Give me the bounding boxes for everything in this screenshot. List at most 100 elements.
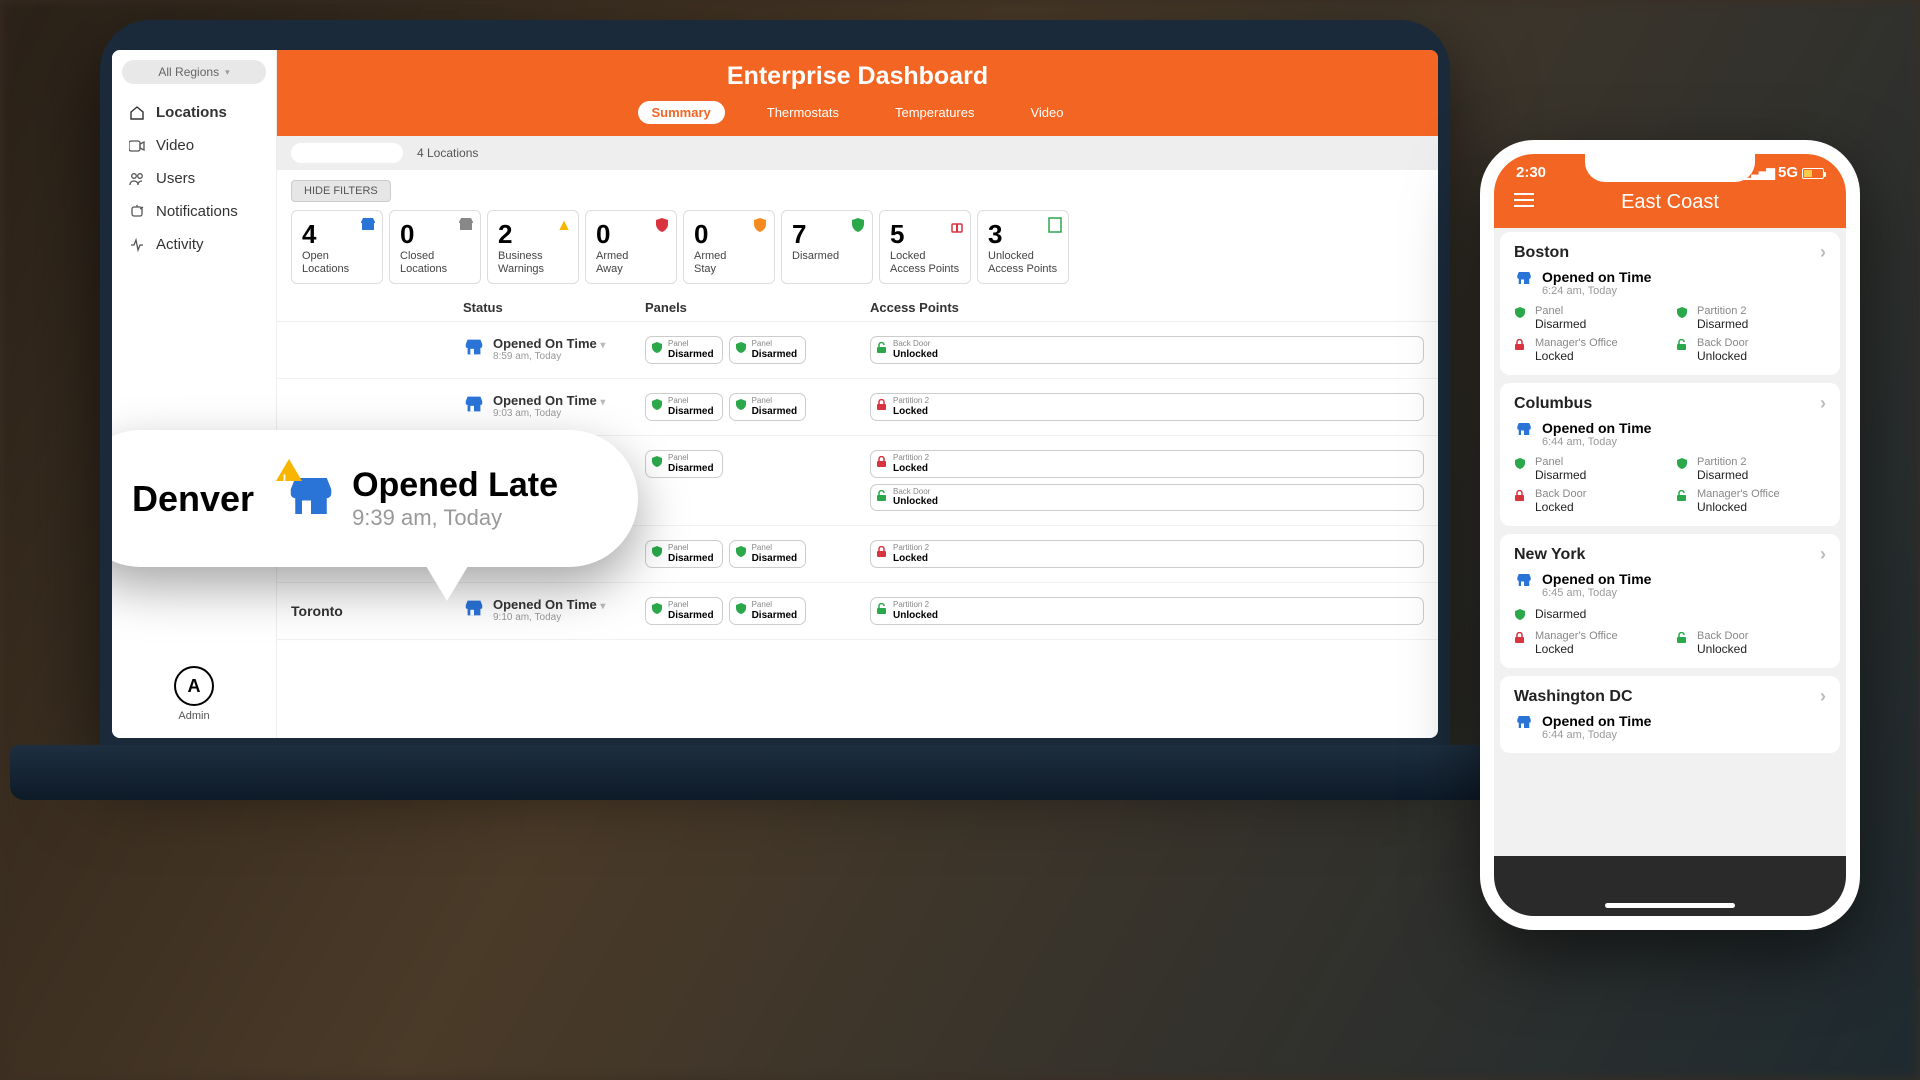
panel-pill[interactable]: PanelDisarmed [645,336,723,364]
chevron-right-icon: › [1820,393,1826,414]
phone-location-card[interactable]: New York›Opened on Time6:45 am, TodayDis… [1500,534,1840,668]
mini-icon [1676,630,1690,647]
status-title: Opened On Time ▾ [493,393,605,408]
stat-icon [360,217,376,234]
chevron-right-icon: › [1820,242,1826,263]
location-count: 4 Locations [417,146,478,160]
access-pill[interactable]: Back DoorUnlocked [870,484,1424,512]
phone-signal: ▁▃▅▇ 5G [1744,164,1824,181]
stat-card[interactable]: 3UnlockedAccess Points [977,210,1069,284]
tab-temperatures[interactable]: Temperatures [881,101,988,124]
tab-summary[interactable]: Summary [638,101,725,124]
phone-location-card[interactable]: Columbus›Opened on Time6:44 am, TodayPan… [1500,383,1840,526]
status-cell: Opened On Time ▾9:03 am, Today [463,393,645,420]
mini-icon [1676,488,1690,505]
panel-pill[interactable]: PanelDisarmed [729,336,807,364]
sidebar-item-users[interactable]: Users [112,162,276,195]
status-sub: 8:59 am, Today [493,351,605,362]
access-pill[interactable]: Partition 2Locked [870,540,1424,568]
bubble-status: Opened Late [352,466,558,505]
menu-icon[interactable] [1514,193,1534,207]
mini-icon [1676,456,1690,473]
nav-icon [128,172,146,186]
access-pill[interactable]: Partition 2Locked [870,393,1424,421]
stat-card[interactable]: 0ArmedAway [585,210,677,284]
mini-icon [1514,488,1528,505]
mini-status: Manager's OfficeUnlocked [1676,488,1826,514]
stat-card[interactable]: 0ClosedLocations [389,210,481,284]
table-row[interactable]: Opened On Time ▾8:59 am, TodayPanelDisar… [277,322,1438,379]
phone-time: 2:30 [1516,164,1546,181]
admin-block[interactable]: A Admin [112,656,276,728]
panel-pill[interactable]: PanelDisarmed [729,597,807,625]
home-indicator [1605,903,1735,908]
panel-pill[interactable]: PanelDisarmed [645,540,723,568]
region-selector[interactable]: All Regions ▾ [122,60,266,84]
panels-cell: PanelDisarmedPanelDisarmed [645,336,870,364]
access-cell: Partition 2Locked [870,540,1424,568]
panel-pill[interactable]: PanelDisarmed [645,597,723,625]
page-title: Enterprise Dashboard [277,62,1438,91]
sidebar-item-notifications[interactable]: Notifications [112,195,276,228]
access-pill[interactable]: Back DoorUnlocked [870,336,1424,364]
bubble-sub: 9:39 am, Today [352,505,558,531]
col-access: Access Points [870,300,1424,315]
phone-location-card[interactable]: Washington DC›Opened on Time6:44 am, Tod… [1500,676,1840,753]
phone-location-card[interactable]: Boston›Opened on Time6:24 am, TodayPanel… [1500,232,1840,375]
nav-label: Activity [156,236,204,253]
main: Enterprise Dashboard Summary Thermostats T… [277,50,1438,738]
phone-bottom-bar [1494,856,1846,916]
mini-status: Partition 2Disarmed [1676,456,1826,482]
stat-icon [950,217,964,236]
access-pill[interactable]: Partition 2Unlocked [870,597,1424,625]
stat-card[interactable]: ▲2BusinessWarnings [487,210,579,284]
mini-icon [1514,630,1528,647]
mini-status: Back DoorLocked [1514,488,1664,514]
tab-thermostats[interactable]: Thermostats [753,101,853,124]
sidebar-item-video[interactable]: Video [112,129,276,162]
header: Enterprise Dashboard Summary Thermostats T… [277,50,1438,136]
region-label: All Regions [158,65,219,79]
phone-title: East Coast [1621,191,1719,214]
table-row[interactable]: Opened On Time ▾9:03 am, TodayPanelDisar… [277,379,1438,436]
access-cell: Partition 2Locked Back DoorUnlocked [870,450,1424,512]
mini-status: Back DoorUnlocked [1676,630,1826,656]
stat-card[interactable]: 0ArmedStay [683,210,775,284]
tab-video[interactable]: Video [1016,101,1077,124]
panel-pill[interactable]: PanelDisarmed [645,393,723,421]
phone-mockup: 2:30 ▁▃▅▇ 5G East Coast Boston›Opened on… [1480,140,1860,930]
card-open-status: Opened on Time6:44 am, Today [1514,713,1826,741]
mini-status: PanelDisarmed [1514,456,1664,482]
nav-icon [128,105,146,121]
location-name [291,393,463,399]
card-title: Washington DC [1514,688,1633,706]
toolbar: 4 Locations [277,136,1438,170]
nav-icon [128,204,146,220]
table-header: Status Panels Access Points [277,294,1438,322]
panel-pill[interactable]: PanelDisarmed [729,540,807,568]
panel-pill[interactable]: PanelDisarmed [645,450,723,478]
panel-pill[interactable]: PanelDisarmed [729,393,807,421]
stat-label: ArmedAway [596,250,666,275]
stat-label: Disarmed [792,250,862,263]
sidebar: All Regions ▾ LocationsVideoUsersNotific… [112,50,277,738]
stat-card[interactable]: 5LockedAccess Points [879,210,971,284]
stat-icon [752,217,768,236]
status-sub: 9:10 am, Today [493,612,605,623]
mini-icon [1676,305,1690,322]
sidebar-item-locations[interactable]: Locations [112,96,276,129]
stat-card[interactable]: 7Disarmed [781,210,873,284]
sidebar-item-activity[interactable]: Activity [112,228,276,261]
store-icon [1514,571,1534,589]
panels-cell: PanelDisarmed [645,450,870,478]
mini-icon [1514,305,1528,322]
store-icon [1514,420,1534,438]
panels-cell: PanelDisarmedPanelDisarmed [645,597,870,625]
mini-status: Partition 2Disarmed [1676,305,1826,331]
stat-icon: ▲ [556,217,572,235]
hide-filters-button[interactable]: HIDE FILTERS [291,180,391,202]
access-pill[interactable]: Partition 2Locked [870,450,1424,478]
stat-card[interactable]: 4OpenLocations [291,210,383,284]
search-input[interactable] [291,143,403,163]
card-title: New York [1514,546,1585,564]
